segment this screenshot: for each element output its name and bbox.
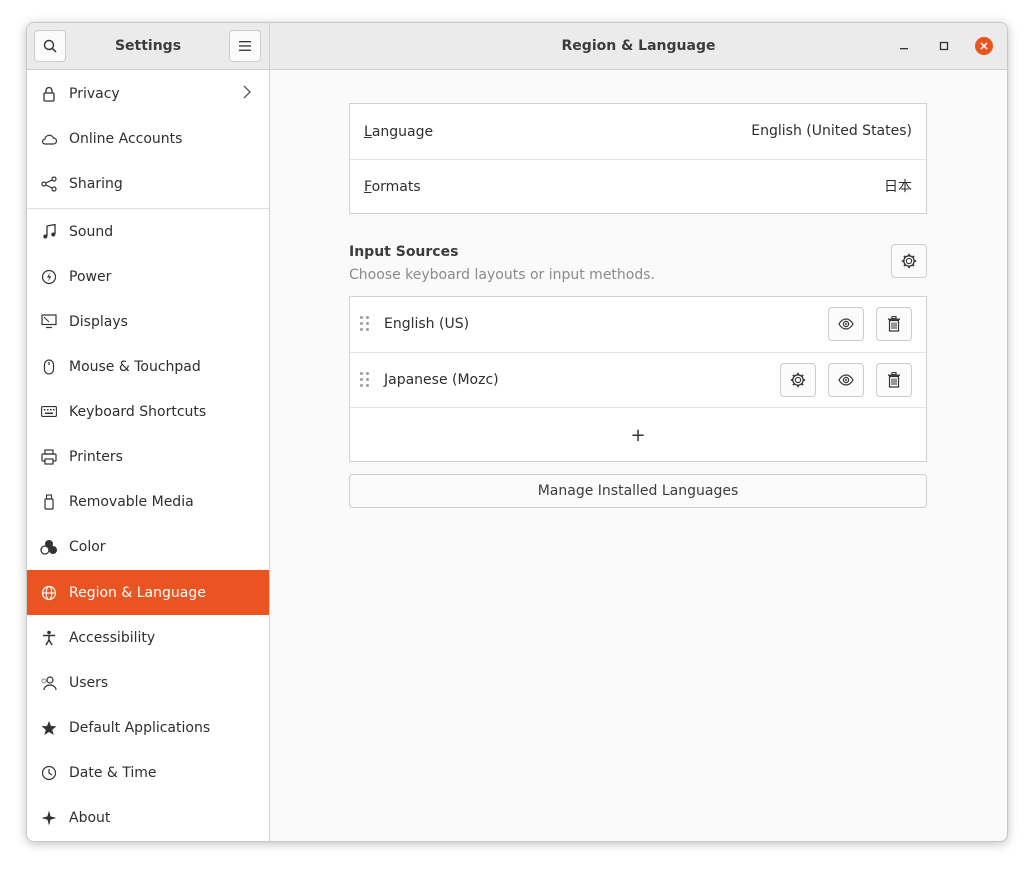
sidebar-header: Settings <box>27 23 270 69</box>
sidebar-item-power[interactable]: Power <box>27 254 269 299</box>
header-bar: Settings Region & Language <box>27 23 1007 70</box>
formats-label: Formats <box>364 179 421 195</box>
display-icon <box>40 313 58 331</box>
sidebar-item-default-applications[interactable]: Default Applications <box>27 705 269 750</box>
sidebar-item-removable-media[interactable]: Removable Media <box>27 479 269 524</box>
sidebar-item-privacy[interactable]: Privacy <box>27 71 269 116</box>
formats-value: 日本 <box>884 179 912 195</box>
settings-window: Settings Region & Language Privacy Onlin… <box>26 22 1008 842</box>
remove-source-button[interactable] <box>876 307 912 341</box>
show-layout-button[interactable] <box>828 307 864 341</box>
language-row[interactable]: Language English (United States) <box>350 104 926 159</box>
power-icon <box>40 268 58 286</box>
add-icon: + <box>630 424 646 446</box>
usb-icon <box>40 493 58 511</box>
cloud-icon <box>40 130 58 148</box>
sidebar-item-label: Sound <box>69 223 114 240</box>
formats-row[interactable]: Formats 日本 <box>350 159 926 214</box>
language-label: Language <box>364 123 434 140</box>
trash-icon <box>888 316 900 332</box>
sidebar: Privacy Online Accounts Sharing Sound Po… <box>27 70 270 841</box>
drag-handle-icon[interactable] <box>360 316 370 332</box>
mouse-icon <box>40 358 58 376</box>
maximize-button[interactable] <box>934 36 954 56</box>
sidebar-item-keyboard-shortcuts[interactable]: Keyboard Shortcuts <box>27 389 269 434</box>
globe-icon <box>40 584 58 602</box>
show-layout-button[interactable] <box>828 363 864 397</box>
input-sources-options-button[interactable] <box>891 244 927 278</box>
input-sources-subtitle: Choose keyboard layouts or input methods… <box>349 267 655 283</box>
sidebar-item-label: Mouse & Touchpad <box>69 358 201 375</box>
sidebar-item-label: Color <box>69 538 106 555</box>
sparkle-icon <box>40 809 58 827</box>
sidebar-item-label: Accessibility <box>69 629 156 646</box>
remove-source-button[interactable] <box>876 363 912 397</box>
input-sources-title: Input Sources <box>349 244 459 260</box>
language-value: English (United States) <box>751 123 912 139</box>
search-icon <box>43 39 57 53</box>
sidebar-item-label: Power <box>69 268 112 285</box>
gear-icon <box>790 372 806 388</box>
sidebar-item-label: Removable Media <box>69 493 194 510</box>
star-icon <box>40 719 58 737</box>
sidebar-item-accessibility[interactable]: Accessibility <box>27 615 269 660</box>
sidebar-item-color[interactable]: Color <box>27 524 269 569</box>
eye-icon <box>838 318 854 330</box>
close-button[interactable] <box>974 36 994 56</box>
minimize-button[interactable] <box>894 36 914 56</box>
language-formats-card: Language English (United States) Formats… <box>349 103 927 214</box>
close-icon <box>980 42 988 50</box>
sidebar-item-region-language[interactable]: Region & Language <box>27 570 269 615</box>
clock-icon <box>40 764 58 782</box>
chevron-right-icon <box>243 85 251 99</box>
sidebar-item-label: Online Accounts <box>69 130 183 147</box>
sidebar-item-label: Displays <box>69 313 128 330</box>
lock-icon <box>40 85 58 103</box>
keyboard-icon <box>40 403 58 421</box>
gear-icon <box>901 253 917 269</box>
hamburger-icon <box>239 41 251 51</box>
sidebar-title: Settings <box>114 38 182 54</box>
users-icon <box>40 674 58 692</box>
sidebar-item-about[interactable]: About <box>27 795 269 840</box>
sidebar-item-label: Users <box>69 674 109 691</box>
share-icon <box>40 175 58 193</box>
sidebar-item-label: Date & Time <box>69 764 157 781</box>
input-source-label: English (US) <box>384 316 470 332</box>
sidebar-item-users[interactable]: Users <box>27 660 269 705</box>
sidebar-item-online-accounts[interactable]: Online Accounts <box>27 116 269 161</box>
minimize-icon <box>900 48 908 50</box>
sidebar-item-sharing[interactable]: Sharing <box>27 161 269 206</box>
sidebar-item-label: Privacy <box>69 85 120 102</box>
close-circle <box>975 37 993 55</box>
source-settings-button[interactable] <box>780 363 816 397</box>
sidebar-item-label: About <box>69 809 111 826</box>
sidebar-item-label: Default Applications <box>69 719 211 736</box>
drag-handle-icon[interactable] <box>360 372 370 388</box>
input-sources-list: English (US) Japanese (Mozc) + <box>349 296 927 462</box>
sidebar-item-mouse-touchpad[interactable]: Mouse & Touchpad <box>27 344 269 389</box>
maximize-icon <box>939 41 949 51</box>
eye-icon <box>838 374 854 386</box>
sidebar-item-displays[interactable]: Displays <box>27 299 269 344</box>
manage-languages-button[interactable]: Manage Installed Languages <box>349 474 927 508</box>
sidebar-item-label: Sharing <box>69 175 123 192</box>
input-source-row[interactable]: Japanese (Mozc) <box>350 352 926 407</box>
trash-icon <box>888 372 900 388</box>
music-note-icon <box>40 223 58 241</box>
color-icon <box>40 538 58 556</box>
sidebar-item-printers[interactable]: Printers <box>27 434 269 479</box>
add-input-source-button[interactable]: + <box>350 407 926 462</box>
sidebar-item-label: Region & Language <box>69 584 206 601</box>
sidebar-item-label: Printers <box>69 448 123 465</box>
sidebar-item-date-time[interactable]: Date & Time <box>27 750 269 795</box>
accessibility-icon <box>40 629 58 647</box>
printer-icon <box>40 448 58 466</box>
input-source-label: Japanese (Mozc) <box>384 372 499 388</box>
search-button[interactable] <box>34 30 66 62</box>
menu-button[interactable] <box>229 30 261 62</box>
input-source-row[interactable]: English (US) <box>350 297 926 352</box>
sidebar-item-label: Keyboard Shortcuts <box>69 403 207 420</box>
sidebar-item-sound[interactable]: Sound <box>27 209 269 254</box>
